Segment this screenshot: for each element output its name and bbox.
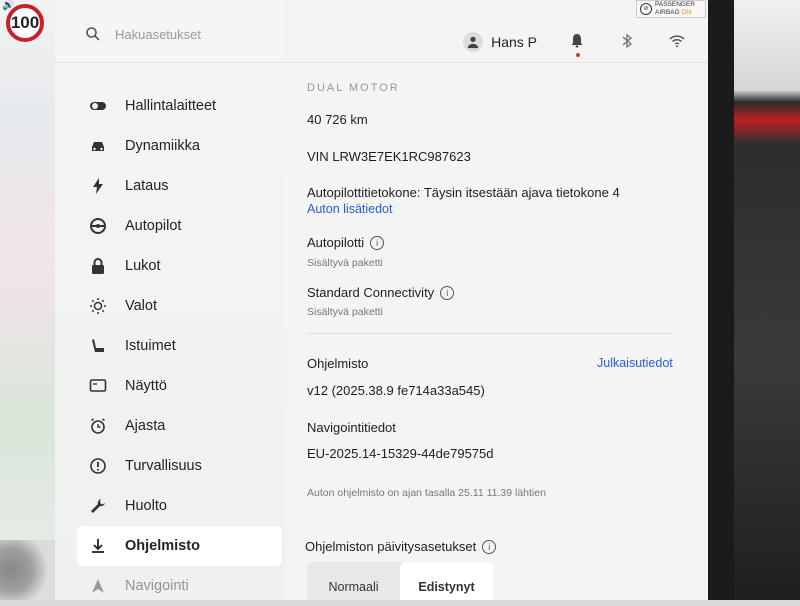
sidebar-item-label: Istuimet: [125, 338, 176, 354]
software-title: Ohjelmisto: [307, 356, 369, 371]
update-option-advanced[interactable]: Edistynyt: [400, 562, 493, 600]
settings-screen: Hakuasetukset Hallintalaitteet Dynamiikk…: [55, 0, 708, 600]
sidebar-item-label: Lataus: [125, 178, 169, 194]
avatar: [463, 32, 484, 52]
bell-icon[interactable]: [569, 33, 587, 57]
seat-icon: [87, 335, 109, 357]
download-icon: [87, 535, 109, 557]
info-icon[interactable]: i: [482, 540, 497, 554]
update-status: Auton ohjelmisto on ajan tasalla 25.11 1…: [307, 487, 546, 499]
sidebar-item-ajasta[interactable]: Ajasta: [77, 406, 297, 446]
autopilot-label: Autopilotti: [307, 235, 365, 250]
info-icon[interactable]: i: [370, 236, 385, 250]
sidebar-item-istuimet[interactable]: Istuimet: [77, 326, 297, 366]
sun-icon: [87, 295, 109, 317]
update-settings-label: Ohjelmiston päivitysasetukset: [305, 539, 477, 554]
update-settings-title: Ohjelmiston päivitysasetukset i: [305, 539, 497, 554]
connectivity-package: Sisältyvä paketti: [307, 306, 383, 318]
sidebar-item-label: Näyttö: [125, 378, 167, 394]
search-icon: [86, 27, 100, 41]
sidebar-item-huolto[interactable]: Huolto: [77, 486, 297, 526]
bolt-icon: [87, 175, 109, 197]
software-version: v12 (2025.38.9 fe714a33a545): [307, 383, 485, 398]
nav-data-title: Navigointitiedot: [307, 420, 396, 435]
speed-limit-sign: 100: [6, 4, 44, 42]
release-notes-link[interactable]: Julkaisutiedot: [597, 356, 673, 370]
nav-data-version: EU-2025.14-15329-44de79575d: [307, 446, 494, 461]
update-option-normal[interactable]: Normaali: [307, 562, 400, 600]
sidebar-item-dynamiikka[interactable]: Dynamiikka: [77, 126, 297, 166]
airbag-line2: AIRBAG: [655, 9, 680, 16]
sidebar-item-label: Navigointi: [125, 578, 189, 594]
info-icon[interactable]: i: [440, 286, 455, 300]
sidebar-item-lukot[interactable]: Lukot: [77, 246, 297, 286]
alarm-clock-icon: [87, 415, 109, 437]
update-mode-selector: Normaali Edistynyt: [307, 562, 493, 600]
search-bar[interactable]: Hakuasetukset: [85, 26, 201, 42]
connectivity-label: Standard Connectivity: [307, 285, 435, 300]
display-icon: [87, 375, 109, 397]
sidebar-item-label: Ohjelmisto: [125, 538, 200, 554]
airbag-status: ON: [681, 9, 692, 16]
user-name: Hans P: [491, 34, 537, 50]
sidebar-item-lataus[interactable]: Lataus: [77, 166, 297, 206]
wrench-icon: [87, 495, 109, 517]
sidebar-item-autopilot[interactable]: Autopilot: [77, 206, 297, 246]
section-divider: [307, 333, 675, 334]
map-shadow: [0, 540, 55, 600]
vehicle-details-link[interactable]: Auton lisätiedot: [307, 202, 392, 216]
sidebar: Hakuasetukset Hallintalaitteet Dynamiikk…: [55, 0, 285, 600]
sidebar-item-ohjelmisto[interactable]: Ohjelmisto: [77, 526, 282, 566]
odometer: 40 726 km: [307, 112, 368, 127]
sidebar-item-label: Lukot: [125, 258, 161, 274]
model-name: DUAL MOTOR: [307, 82, 400, 94]
airbag-text: PASSENGER AIRBAG ON: [655, 1, 695, 17]
autopilot-title: Autopilotti i: [307, 235, 385, 250]
connectivity-title: Standard Connectivity i: [307, 285, 455, 300]
wifi-icon[interactable]: [669, 33, 687, 51]
car-interior: [734, 0, 800, 600]
sidebar-item-hallintalaitteet[interactable]: Hallintalaitteet: [77, 86, 297, 126]
vin: VIN LRW3E7EK1RC987623: [307, 149, 471, 164]
sidebar-item-valot[interactable]: Valot: [77, 286, 297, 326]
autopilot-computer: Autopilottitietokone: Täysin itsestään a…: [307, 185, 620, 200]
sidebar-item-navigointi[interactable]: Navigointi: [77, 566, 297, 606]
toggle-icon: [87, 95, 109, 117]
sidebar-item-label: Hallintalaitteet: [125, 98, 217, 114]
sidebar-item-label: Autopilot: [125, 218, 182, 234]
navigation-icon: [87, 575, 109, 597]
user-profile[interactable]: Hans P: [463, 32, 537, 52]
header-divider: [55, 62, 708, 63]
sidebar-item-naytto[interactable]: Näyttö: [77, 366, 297, 406]
sidebar-item-turvallisuus[interactable]: Turvallisuus: [77, 446, 297, 486]
sidebar-item-label: Huolto: [125, 498, 167, 514]
airbag-seat-icon: ⊘: [640, 3, 652, 15]
sidebar-item-label: Dynamiikka: [125, 138, 200, 154]
passenger-airbag-indicator: ⊘ PASSENGER AIRBAG ON: [636, 0, 706, 18]
steering-wheel-icon: [87, 215, 109, 237]
airbag-line1: PASSENGER: [655, 1, 695, 8]
notification-dot: [576, 53, 580, 57]
car-icon: [87, 135, 109, 157]
autopilot-package: Sisältyvä paketti: [307, 257, 383, 269]
sidebar-nav: Hallintalaitteet Dynamiikka Lataus Autop…: [77, 86, 297, 606]
top-bar: Hans P: [285, 22, 705, 62]
screen-bezel: [708, 0, 734, 600]
sidebar-item-label: Valot: [125, 298, 157, 314]
lock-icon: [87, 255, 109, 277]
alert-circle-icon: [87, 455, 109, 477]
map-strip: 🔊 100: [0, 0, 55, 600]
person-icon: [467, 36, 479, 49]
sidebar-item-label: Ajasta: [125, 418, 166, 434]
sidebar-item-label: Turvallisuus: [125, 458, 202, 474]
bluetooth-icon[interactable]: [619, 33, 637, 51]
search-placeholder[interactable]: Hakuasetukset: [115, 27, 201, 42]
